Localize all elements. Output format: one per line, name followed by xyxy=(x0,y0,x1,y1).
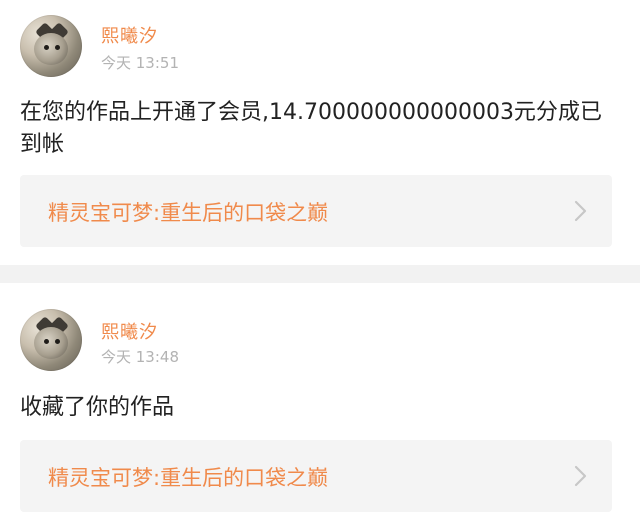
work-link-card[interactable]: 精灵宝可梦:重生后的口袋之巅 xyxy=(20,440,612,512)
section-separator xyxy=(0,265,640,283)
work-title: 精灵宝可梦:重生后的口袋之巅 xyxy=(48,466,329,490)
avatar-image-eye xyxy=(44,339,49,344)
notification-message: 在您的作品上开通了会员,14.700000000000003元分成已到帐 xyxy=(20,100,602,157)
chevron-right-icon xyxy=(574,465,587,487)
work-title: 精灵宝可梦:重生后的口袋之巅 xyxy=(48,201,329,225)
user-avatar[interactable] xyxy=(20,15,82,77)
timestamp: 今天 13:48 xyxy=(101,348,179,366)
timestamp: 今天 13:51 xyxy=(101,54,179,72)
username[interactable]: 熙曦汐 xyxy=(101,22,158,48)
user-avatar[interactable] xyxy=(20,309,82,371)
avatar-image-eye xyxy=(55,339,60,344)
avatar-image-eye xyxy=(44,45,49,50)
avatar-image-eye xyxy=(55,45,60,50)
username[interactable]: 熙曦汐 xyxy=(101,318,158,344)
work-link-card[interactable]: 精灵宝可梦:重生后的口袋之巅 xyxy=(20,175,612,247)
avatar-image-face xyxy=(34,33,68,65)
notification-message: 收藏了你的作品 xyxy=(20,395,175,420)
chevron-right-icon xyxy=(574,200,587,222)
avatar-image-face xyxy=(34,327,68,359)
